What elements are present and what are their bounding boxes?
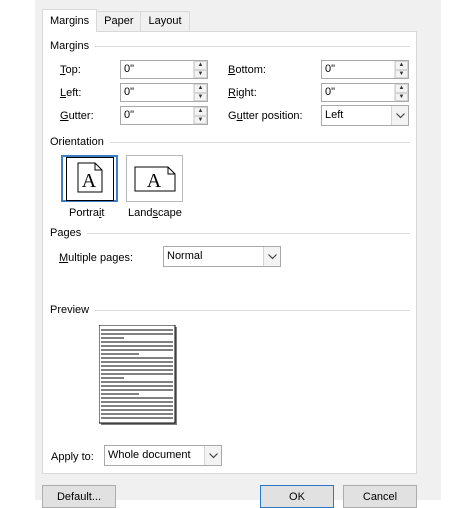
top-margin-spinner[interactable]: 0" ▲ ▼ — [120, 60, 208, 79]
page-icon: A — [134, 166, 175, 192]
default-button[interactable]: Default... — [42, 485, 116, 508]
section-divider — [95, 45, 410, 47]
tab-paper[interactable]: Paper — [97, 11, 142, 32]
gutter-position-value[interactable]: Left — [322, 106, 391, 125]
ok-button-label: OK — [289, 490, 305, 503]
tab-layout[interactable]: Layout — [141, 11, 190, 32]
top-label: Top: — [60, 64, 81, 76]
bottom-label: Bottom: — [228, 64, 266, 76]
tab-strip: Margins Paper Layout — [42, 9, 190, 32]
section-divider — [109, 141, 410, 143]
gutter-label: Gutter: — [60, 110, 94, 122]
pages-section-title: Pages — [50, 227, 82, 239]
preview-section-header: Preview — [50, 304, 410, 316]
gutter-position-label: Gutter position: — [228, 110, 303, 122]
left-label: Left: — [60, 87, 82, 99]
right-margin-value[interactable]: 0" — [322, 84, 394, 101]
margins-section-title: Margins — [50, 40, 90, 52]
landscape-label[interactable]: Landscape — [128, 206, 182, 220]
right-margin-spinner[interactable]: 0" ▲ ▼ — [321, 83, 409, 102]
chevron-down-icon[interactable] — [204, 446, 221, 465]
gutter-position-dropdown[interactable]: Left — [321, 105, 409, 126]
apply-to-label: Apply to: — [51, 451, 94, 463]
apply-to-value[interactable]: Whole document — [105, 446, 204, 465]
orientation-section-header: Orientation — [50, 136, 410, 148]
spin-up-arrow-icon[interactable]: ▲ — [194, 107, 207, 116]
section-divider — [87, 232, 410, 234]
apply-to-dropdown[interactable]: Whole document — [104, 445, 222, 466]
pages-section-header: Pages — [50, 227, 410, 239]
margins-section-header: Margins — [50, 40, 410, 52]
multiple-pages-dropdown[interactable]: Normal — [163, 246, 281, 267]
section-divider — [95, 309, 410, 311]
portrait-focus-frame: A — [65, 156, 114, 201]
tab-margins[interactable]: Margins — [42, 9, 98, 32]
spin-down-arrow-icon[interactable]: ▼ — [395, 69, 408, 78]
left-margin-value[interactable]: 0" — [121, 84, 193, 101]
portrait-label[interactable]: Portrait — [69, 206, 104, 220]
portrait-glyph: A — [81, 170, 96, 192]
chevron-down-icon[interactable] — [391, 106, 408, 125]
spin-up-arrow-icon[interactable]: ▲ — [395, 61, 408, 70]
multiple-pages-value[interactable]: Normal — [164, 247, 263, 266]
cancel-button-label: Cancel — [362, 490, 398, 503]
multiple-pages-label: Multiple pages: — [59, 252, 133, 264]
portrait-option[interactable]: A — [61, 155, 118, 202]
page-icon: A — [77, 162, 102, 192]
ok-button[interactable]: OK — [260, 485, 334, 508]
spin-down-arrow-icon[interactable]: ▼ — [194, 115, 207, 124]
spin-up-arrow-icon[interactable]: ▲ — [194, 84, 207, 93]
right-label: Right: — [228, 87, 257, 99]
page-preview — [99, 325, 177, 425]
cancel-button[interactable]: Cancel — [343, 485, 417, 508]
orientation-section-title: Orientation — [50, 136, 104, 148]
bottom-margin-spinner[interactable]: 0" ▲ ▼ — [321, 60, 409, 79]
spin-down-arrow-icon[interactable]: ▼ — [194, 69, 207, 78]
default-button-label: Default... — [56, 490, 102, 503]
chevron-down-icon[interactable] — [263, 247, 280, 266]
preview-section-title: Preview — [50, 304, 90, 316]
bottom-margin-value[interactable]: 0" — [322, 61, 394, 78]
gutter-spinner[interactable]: 0" ▲ ▼ — [120, 106, 208, 125]
spin-up-arrow-icon[interactable]: ▲ — [194, 61, 207, 70]
gutter-value[interactable]: 0" — [121, 107, 193, 124]
spin-down-arrow-icon[interactable]: ▼ — [194, 92, 207, 101]
top-margin-value[interactable]: 0" — [121, 61, 193, 78]
spin-down-arrow-icon[interactable]: ▼ — [395, 92, 408, 101]
spin-up-arrow-icon[interactable]: ▲ — [395, 84, 408, 93]
left-margin-spinner[interactable]: 0" ▲ ▼ — [120, 83, 208, 102]
landscape-glyph: A — [146, 170, 161, 192]
landscape-option[interactable]: A — [126, 155, 183, 202]
